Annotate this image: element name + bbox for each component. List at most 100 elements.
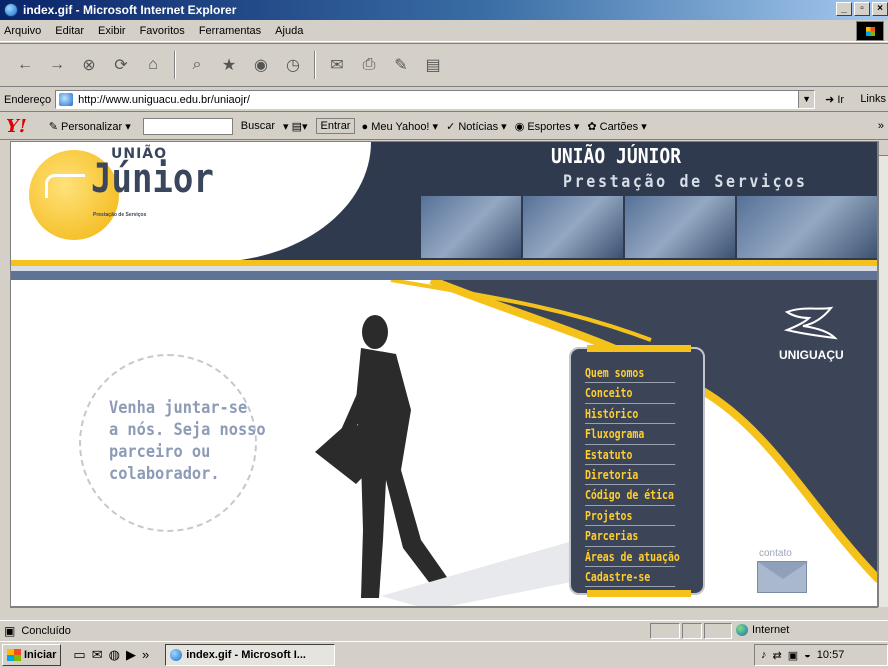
forward-icon[interactable]: →	[46, 54, 68, 76]
address-dropdown[interactable]: ▼	[798, 91, 815, 108]
search-options-dropdown[interactable]: ▾ ▤▾	[283, 120, 308, 133]
history-icon[interactable]: ◷	[282, 54, 304, 76]
site-nav-menu: Quem somos Conceito Histórico Fluxograma…	[569, 345, 705, 597]
home-icon[interactable]: ⌂	[142, 54, 164, 76]
nav-diretoria[interactable]: Diretoria	[585, 465, 676, 486]
yahoo-logo-icon[interactable]: Y!	[6, 116, 27, 137]
windows-logo-icon	[856, 21, 884, 41]
personalize-button[interactable]: ✎ Personalizar ▾	[49, 120, 131, 133]
media-player-icon[interactable]: ▶	[126, 647, 136, 663]
nav-estatuto[interactable]: Estatuto	[585, 445, 676, 465]
tray-volume-icon[interactable]: ♪	[761, 649, 767, 661]
quicklaunch-more-icon[interactable]: »	[142, 647, 149, 663]
system-tray: ♪ ⇄ ▣ ◒ 10:57	[754, 644, 888, 666]
address-input[interactable]: http://www.uniguacu.edu.br/uniaojr/ ▼	[55, 90, 816, 109]
links-button[interactable]: Links	[860, 93, 886, 105]
back-icon[interactable]: ←	[14, 54, 36, 76]
photo-strip-4	[737, 196, 877, 258]
envelope-icon[interactable]	[757, 561, 808, 593]
edit-icon[interactable]: ✎	[390, 54, 412, 76]
page-content: UNIÃO Júnior Prestação de Serviços UNIÃO…	[10, 141, 878, 607]
nav-codigo-etica[interactable]: Código de ética	[585, 485, 676, 506]
windows-flag-icon	[7, 649, 21, 661]
nav-conceito[interactable]: Conceito	[585, 383, 676, 404]
nav-projetos[interactable]: Projetos	[585, 506, 676, 527]
start-button[interactable]: Iniciar	[2, 644, 62, 666]
menu-exibir[interactable]: Exibir	[98, 25, 126, 37]
yahoo-search-input[interactable]	[142, 117, 233, 135]
tray-update-icon[interactable]: ◒	[804, 649, 811, 661]
zone-label: Internet	[752, 624, 790, 636]
title-bar[interactable]: index.gif - Microsoft Internet Explorer …	[0, 0, 888, 20]
nav-areas-atuacao[interactable]: Áreas de atuação	[585, 547, 680, 567]
page-icon	[59, 93, 74, 106]
my-yahoo-label: Meu Yahoo!	[371, 120, 430, 133]
security-zone: Internet	[736, 624, 789, 636]
cards-label: Cartões	[599, 120, 639, 133]
internet-globe-icon	[736, 624, 748, 636]
discuss-icon[interactable]: ▤	[422, 54, 444, 76]
news-item[interactable]: ✓ Notícias ▾	[446, 120, 507, 133]
news-label: Notícias	[458, 120, 499, 133]
ie-quicklaunch-icon[interactable]: ◍	[109, 647, 120, 663]
sports-item[interactable]: ◉ Esportes ▾	[515, 120, 580, 133]
print-icon[interactable]: ⎙	[358, 54, 380, 76]
photo-strip-2	[523, 196, 623, 258]
header-title: UNIÃO JÚNIOR	[551, 144, 682, 168]
cards-item[interactable]: ✿ Cartões ▾	[587, 120, 646, 133]
my-yahoo-item[interactable]: ● Meu Yahoo! ▾	[361, 120, 438, 133]
nav-parcerias[interactable]: Parcerias	[585, 526, 676, 547]
ie-logo-icon	[4, 3, 18, 17]
slogan-line-1: Venha juntar-se	[109, 398, 248, 418]
content-bottom-frame	[10, 607, 878, 619]
start-label: Iniciar	[24, 649, 57, 661]
minimize-button[interactable]: _	[836, 2, 852, 16]
vertical-scrollbar[interactable]	[878, 141, 888, 607]
address-url: http://www.uniguacu.edu.br/uniaojr/	[78, 93, 250, 106]
tray-network-icon[interactable]: ⇄	[773, 649, 782, 662]
show-desktop-icon[interactable]: ▭	[73, 647, 85, 663]
maximize-button[interactable]: ▫	[854, 2, 870, 16]
entrar-button[interactable]: Entrar	[315, 118, 356, 134]
outlook-icon[interactable]: ✉	[92, 647, 103, 663]
slogan-line-3: parceiro ou	[109, 442, 211, 462]
menu-ajuda[interactable]: Ajuda	[275, 25, 303, 37]
yahoo-toolbar: Y! ✎ Personalizar ▾ Buscar ▾ ▤▾ Entrar ●…	[0, 113, 888, 140]
menu-editar[interactable]: Editar	[55, 25, 84, 37]
close-button[interactable]: ×	[872, 2, 888, 16]
media-icon[interactable]: ◉	[250, 54, 272, 76]
status-cell-2	[682, 623, 702, 639]
favorites-icon[interactable]: ★	[218, 54, 240, 76]
status-text: Concluído	[21, 624, 71, 637]
nav-historico[interactable]: Histórico	[585, 404, 676, 425]
tray-antivirus-icon[interactable]: ▣	[788, 649, 798, 662]
nav-quem-somos[interactable]: Quem somos	[585, 363, 676, 384]
toolbar-separator	[314, 51, 316, 79]
menu-favoritos[interactable]: Favoritos	[140, 25, 185, 37]
toolbar-separator	[174, 51, 176, 79]
search-button[interactable]: Buscar	[241, 120, 275, 132]
taskbar: Iniciar ▭ ✉ ◍ ▶ » index.gif - Microsoft …	[0, 641, 888, 668]
nav-fluxograma[interactable]: Fluxograma	[585, 424, 676, 445]
taskbar-ie-window[interactable]: index.gif - Microsoft I...	[165, 644, 336, 666]
stop-icon[interactable]: ⊗	[78, 54, 100, 76]
more-chevron-icon[interactable]: »	[878, 120, 884, 132]
taskbar-window-title: index.gif - Microsoft I...	[186, 649, 306, 661]
nav-cadastre-se[interactable]: Cadastre-se	[585, 567, 676, 588]
address-label: Endereço	[4, 93, 52, 106]
dove-logo-icon	[45, 174, 85, 198]
clock: 10:57	[816, 649, 845, 661]
search-icon[interactable]: ⌕	[186, 54, 208, 76]
mail-icon[interactable]: ✉	[326, 54, 348, 76]
contact-label: contato	[759, 548, 792, 559]
businessman-silhouette	[315, 315, 456, 598]
slogan-line-2: a nós. Seja nosso	[109, 420, 266, 440]
photo-strip-3	[625, 196, 735, 258]
standard-toolbar: ← → ⊗ ⟳ ⌂ ⌕ ★ ◉ ◷ ✉ ⎙ ✎ ▤	[0, 43, 888, 87]
go-button[interactable]: ➜ Ir	[825, 93, 844, 106]
menu-ferramentas[interactable]: Ferramentas	[199, 25, 261, 37]
menu-arquivo[interactable]: Arquivo	[4, 25, 41, 37]
logo-junior-text: Júnior	[91, 156, 214, 202]
menu-bar: Arquivo Editar Exibir Favoritos Ferramen…	[0, 20, 888, 42]
refresh-icon[interactable]: ⟳	[110, 54, 132, 76]
